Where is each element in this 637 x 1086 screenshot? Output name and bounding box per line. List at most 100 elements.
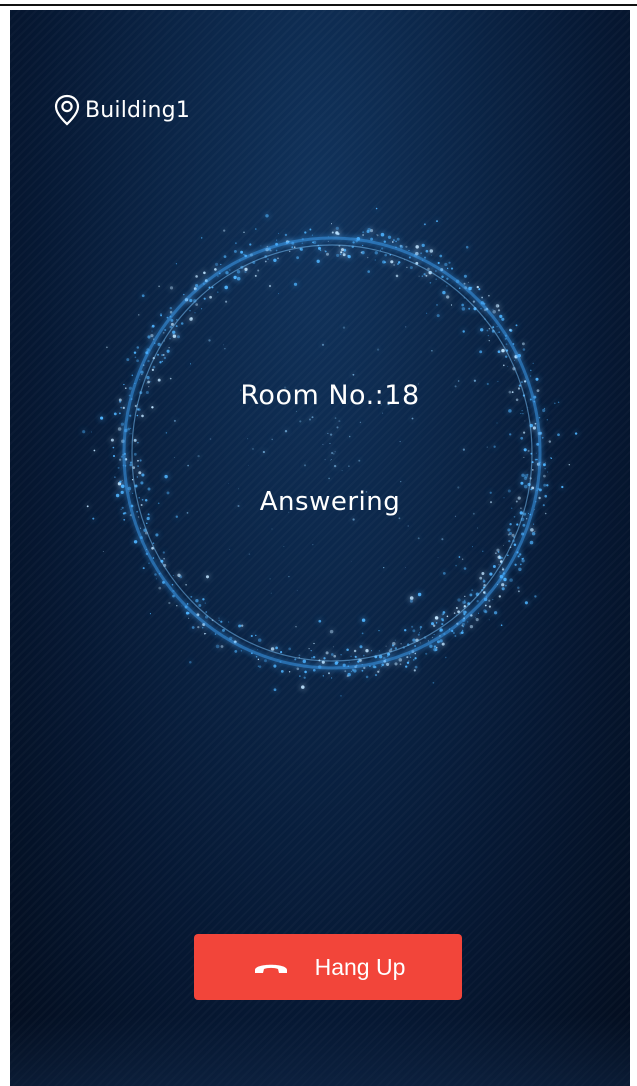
ring-particle [444,262,448,267]
ring-particle [514,563,517,566]
ring-particle [260,245,262,247]
ring-particle [129,463,132,467]
ring-particle [412,659,415,661]
ring-particle [463,567,467,570]
ring-particle [420,252,422,254]
ring-particle [288,671,291,673]
ring-particle [400,643,402,645]
ring-particle [374,674,378,677]
ring-particle [312,655,316,659]
ring-particle [532,426,536,430]
ring-particle [497,350,501,354]
ring-particle [374,251,378,255]
ring-particle [498,595,501,598]
ring-particle [117,466,120,469]
ring-particle [386,655,389,657]
ring-particle [408,256,411,259]
ring-particle [347,254,351,259]
ring-particle [521,559,525,563]
ring-particle [164,328,167,332]
ring-particle [493,445,496,448]
ring-particle [168,601,171,605]
ring-particle [453,612,456,614]
ring-particle [434,648,438,651]
ring-particle [358,459,361,462]
ring-particle [481,572,485,575]
ring-particle [476,600,479,603]
ring-particle [521,473,525,478]
ring-particle [392,644,394,647]
ring-particle [415,245,419,249]
ring-particle [458,556,461,558]
ring-particle [526,473,529,476]
ring-particle [270,592,272,594]
ring-particle [461,303,465,307]
ring-particle [186,603,189,605]
ring-particle [409,266,413,270]
ring-particle [170,318,174,322]
ring-particle [92,517,95,520]
ring-particle [492,599,494,601]
ring-particle [322,675,324,677]
ring-particle [434,270,437,272]
ring-particle [482,579,486,583]
ring-particle [319,249,322,252]
ring-particle [440,617,444,621]
ring-particle [450,267,454,270]
hang-up-button[interactable]: Hang Up [194,934,462,1000]
ring-particle [394,662,398,666]
ring-particle [214,268,217,271]
ring-particle [112,446,115,449]
ring-particle [370,237,374,241]
ring-particle [482,550,484,552]
device-frame: Building1 Room No.:18 Answering Hang Up [0,0,637,1086]
ring-particle [136,476,138,478]
ring-particle [136,414,139,417]
ring-particle [172,334,177,338]
ring-particle [181,605,183,607]
ring-particle [334,661,338,665]
ring-particle [443,613,445,615]
room-number: Room No.:18 [240,380,420,411]
ring-particle [507,533,510,536]
ring-particle [127,427,130,431]
ring-particle [280,670,284,673]
ring-particle [390,260,394,264]
ring-particle [397,261,401,264]
ring-particle [381,247,384,250]
ring-particle [362,231,365,234]
ring-particle [414,657,417,660]
ring-particle [344,670,347,673]
ring-particle [220,620,223,623]
ring-particle [233,275,237,280]
ring-particle [255,656,258,658]
ring-particle [405,326,407,328]
ring-particle [333,464,337,468]
ring-particle [497,555,501,559]
ring-particle [378,669,380,671]
ring-particle [520,481,524,485]
ring-particle [270,647,275,651]
ring-particle [501,348,505,353]
ring-particle [523,456,525,458]
ring-particle [201,308,203,310]
ring-particle [185,583,187,586]
ring-particle [172,330,176,334]
particle-ring [82,207,578,697]
ring-particle [324,250,327,253]
ring-particle [224,285,228,290]
ring-particle [312,543,314,546]
ring-particle [151,324,155,328]
ring-particle [129,433,131,435]
ring-particle [517,555,520,558]
ring-particle [166,349,170,353]
ring-particle [406,266,408,269]
ring-particle [464,599,466,601]
ring-particle [317,246,322,250]
ring-particle [396,237,400,241]
ring-particle [329,629,334,634]
ring-particle [250,634,253,638]
ring-particle [330,459,332,460]
ring-particle [302,659,307,664]
ring-particle [336,426,339,429]
